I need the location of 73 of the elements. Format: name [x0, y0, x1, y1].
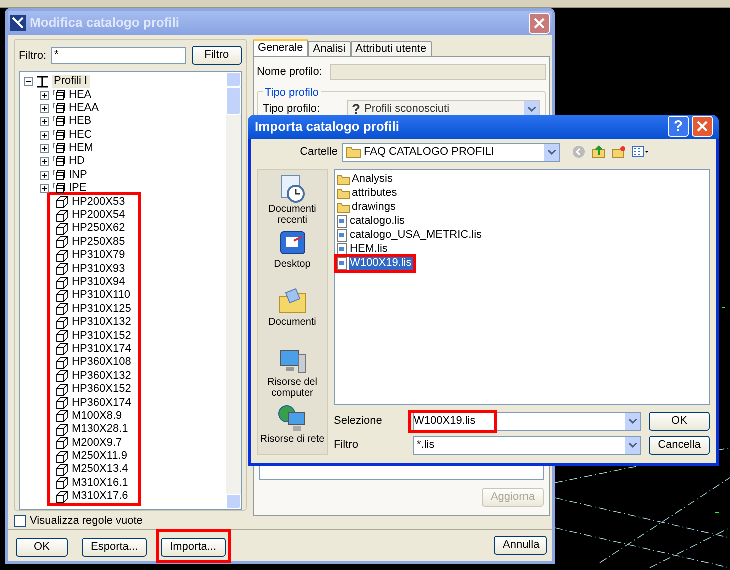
tree-item[interactable]: HP310X94	[72, 277, 126, 288]
folder-label: Cartelle	[299, 145, 339, 160]
tree-item[interactable]: M310X16.1	[72, 478, 128, 489]
dropdown-value: FAQ CATALOGO PROFILI	[364, 145, 496, 160]
window-title: Modifica catalogo profili	[30, 14, 181, 32]
file-item[interactable]: catalogo_USA_METRIC.lis	[349, 228, 484, 242]
field-value: W100X19.lis	[414, 414, 476, 429]
tree-item[interactable]: M100X8.9	[72, 410, 122, 422]
filter-dropdown[interactable]: *.lis	[413, 436, 641, 454]
dropdown-value: *.lis	[416, 438, 436, 453]
file-item[interactable]: Analysis	[351, 172, 394, 186]
tree-item[interactable]: INP	[69, 170, 88, 181]
tree-item[interactable]: HEC	[69, 130, 92, 141]
filter-button[interactable]: Filtro	[192, 46, 242, 66]
field-label: Nome profilo:	[257, 64, 324, 80]
ok-button[interactable]: OK	[649, 412, 710, 430]
tree-item[interactable]: HP310X152	[72, 330, 132, 342]
tree-item[interactable]: HP360X108	[72, 357, 132, 368]
tree-item[interactable]: HP310X93	[72, 264, 126, 275]
tree-item[interactable]: M310X17.6	[72, 491, 128, 502]
tree-item[interactable]: M200X9.7	[72, 438, 122, 449]
tab[interactable]: Analisi	[308, 41, 351, 56]
tree-item[interactable]: HP310X174	[72, 344, 132, 355]
tab[interactable]: Generale	[253, 39, 308, 56]
tree-item[interactable]: HP310X125	[72, 304, 132, 315]
place-item[interactable]: Risorse del computer	[260, 377, 326, 399]
cancel-button[interactable]: Cancella	[649, 436, 710, 454]
file-item[interactable]: HEM.lis	[349, 242, 389, 256]
dialog-button[interactable]: Esporta...	[82, 538, 148, 556]
tree-item[interactable]: HP360X132	[72, 370, 132, 382]
field-label: Filtro	[334, 438, 360, 453]
tree-item[interactable]: HEAA	[69, 102, 99, 114]
tree-item[interactable]: HP360X174	[72, 398, 132, 409]
window-title: Importa catalogo profili	[255, 118, 400, 136]
tree-item[interactable]: HEA	[69, 90, 92, 101]
place-item[interactable]: Documenti	[260, 317, 326, 328]
dialog-button[interactable]: OK	[16, 538, 68, 556]
tree-item[interactable]: M250X11.9	[72, 451, 128, 462]
tree-item[interactable]: HD	[69, 156, 85, 168]
file-item[interactable]: drawings	[351, 200, 398, 214]
tree-item[interactable]: HEB	[69, 116, 92, 128]
cancel-button[interactable]: Annulla	[494, 536, 547, 555]
tree-item[interactable]: HP250X62	[72, 223, 126, 234]
tree-item[interactable]: Profili I	[52, 75, 90, 88]
file-item[interactable]: W100X19.lis	[349, 256, 413, 270]
place-item[interactable]: Documenti recenti	[260, 204, 326, 226]
tree-item[interactable]: M250X13.4	[72, 464, 128, 476]
help-button[interactable]: ?	[668, 116, 689, 138]
tree-item[interactable]: M130X28.1	[72, 424, 128, 436]
tree-item[interactable]: HP310X110	[72, 290, 131, 302]
dialog-button[interactable]: Importa...	[161, 538, 226, 556]
filter-field[interactable]: *	[50, 47, 186, 64]
tab[interactable]: Attributi utente	[350, 41, 432, 56]
tree-item[interactable]: HP310X79	[72, 250, 126, 262]
tree-item[interactable]: HP200X54	[72, 210, 126, 222]
field-label: Selezione	[334, 414, 384, 429]
file-item[interactable]: attributes	[351, 186, 398, 200]
place-item[interactable]: Desktop	[260, 259, 326, 270]
tree-item[interactable]: HP360X152	[72, 384, 132, 396]
place-item[interactable]: Risorse di rete	[260, 434, 326, 445]
file-item[interactable]: catalogo.lis	[349, 214, 406, 228]
tree-item[interactable]: HEM	[69, 143, 94, 154]
tree-item[interactable]: HP200X53	[72, 196, 126, 208]
field-label: Tipo profilo:	[263, 102, 322, 117]
filter-label: Filtro:	[19, 48, 46, 64]
tree-item[interactable]: IPE	[69, 183, 87, 194]
checkbox-label: Visualizza regole vuote	[30, 514, 143, 529]
dropdown-value: Profili sconosciuti	[364, 102, 451, 117]
tree-item[interactable]: HP310X132	[72, 317, 132, 328]
group-title: Tipo profilo	[263, 85, 322, 102]
question-mark-icon: ?	[348, 102, 365, 116]
folder-dropdown[interactable]: FAQ CATALOGO PROFILI	[342, 142, 560, 162]
tree-item[interactable]: HP250X85	[72, 236, 126, 248]
